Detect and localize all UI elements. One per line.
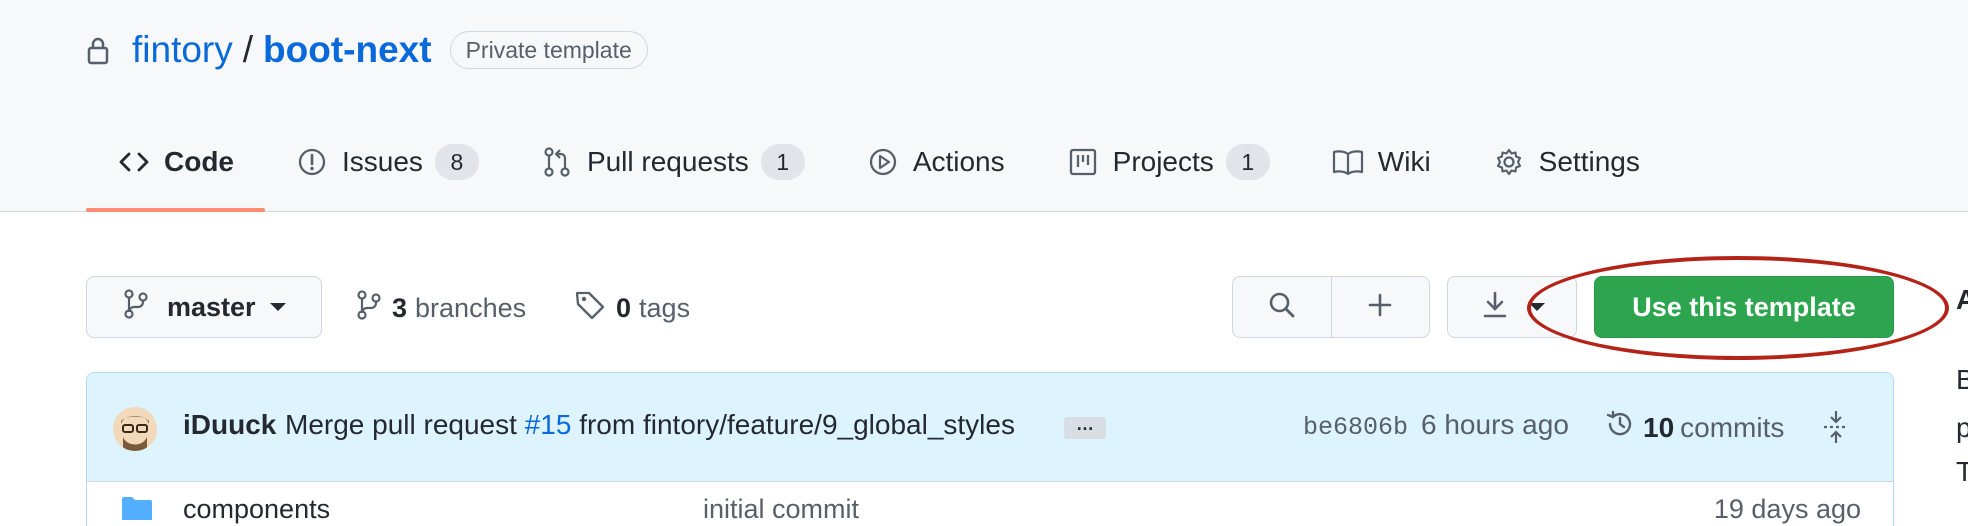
branch-icon [356,289,382,327]
download-code-button[interactable] [1447,276,1577,338]
branches-count: 3 [392,292,408,323]
pr-link[interactable]: #15 [525,409,572,440]
expand-commit-message-button[interactable]: … [1064,415,1106,439]
tab-pull-requests[interactable]: Pull requests 1 [510,140,836,184]
issues-count-badge: 8 [434,144,479,180]
commit-sha-link[interactable]: be6806b [1303,413,1408,442]
tags-count: 0 [616,292,632,323]
code-icon [118,146,150,178]
commit-author-link[interactable]: iDuuck [183,409,276,441]
go-to-file-button[interactable] [1233,277,1332,337]
download-icon [1481,290,1509,325]
tab-issues-label: Issues [342,146,423,177]
use-template-button[interactable]: Use this template [1594,276,1894,338]
about-text-fragment: T [1956,456,1968,487]
branches-label: branches [415,292,527,323]
repo-name-link[interactable]: boot-next [263,29,432,71]
gear-icon [1493,146,1525,178]
play-icon [867,146,899,178]
file-actions-group [1232,276,1430,338]
repo-title: fintory / boot-next Private template [86,26,648,74]
about-heading-fragment: A [1956,284,1968,315]
tab-pull-requests-label: Pull requests [586,146,749,177]
file-commit-message[interactable]: initial commit [703,494,859,525]
lock-icon [86,34,114,66]
commit-message[interactable]: Merge pull request #15 from fintory/feat… [285,409,1015,441]
tab-projects[interactable]: Projects 1 [1036,140,1301,184]
branch-name: master [167,291,256,322]
tab-issues[interactable]: Issues 8 [265,140,510,184]
branches-link[interactable]: 3 branches [356,288,526,328]
issue-icon [296,146,328,178]
collapse-icon[interactable] [1821,409,1851,450]
repo-tabs: Code Issues 8 Pull requests 1 Actions Pr… [86,140,1671,212]
search-icon [1267,290,1297,325]
commit-message-suffix: from fintory/feature/9_global_styles [579,409,1015,440]
tab-wiki[interactable]: Wiki [1301,140,1462,184]
folder-icon [121,496,153,526]
repo-path-separator: / [242,29,254,70]
file-row[interactable]: components initial commit 19 days ago [87,482,1893,526]
tab-projects-label: Projects [1112,146,1214,177]
branch-icon [123,288,149,326]
tags-link[interactable]: 0 tags [574,288,690,328]
plus-icon [1366,291,1394,324]
visibility-badge: Private template [449,31,648,69]
chevron-down-icon [269,303,286,311]
commit-message-prefix: Merge pull request [285,409,517,440]
book-icon [1332,146,1364,178]
file-commit-age: 19 days ago [1713,494,1861,524]
commit-count: 10 [1643,411,1675,443]
tab-code-label: Code [164,146,234,177]
pull-request-icon [541,146,573,178]
add-file-button[interactable] [1332,277,1430,337]
tab-settings[interactable]: Settings [1462,140,1671,184]
commits-history-link[interactable]: 10 commits [1605,409,1784,446]
history-icon [1605,409,1635,446]
about-text-fragment: B [1956,364,1968,395]
about-text-fragment: p [1956,412,1968,443]
repo-header: fintory / boot-next Private template Cod… [0,0,1968,212]
commit-time: 6 hours ago [1421,409,1569,440]
projects-count-badge: 1 [1225,144,1270,180]
tab-wiki-label: Wiki [1377,146,1431,177]
tab-settings-label: Settings [1538,146,1640,177]
tab-actions[interactable]: Actions [836,140,1036,184]
pull-requests-count-badge: 1 [760,144,805,180]
latest-commit-bar: iDuuck Merge pull request #15 from finto… [87,373,1893,482]
tab-actions-label: Actions [912,146,1005,177]
avatar[interactable] [113,407,157,451]
repo-owner-link[interactable]: fintory [132,29,233,71]
file-name-link[interactable]: components [183,494,330,525]
tags-label: tags [639,292,691,323]
tag-icon [574,289,606,328]
tab-code[interactable]: Code [86,140,265,212]
project-icon [1067,146,1099,178]
chevron-down-icon [1529,303,1545,311]
branch-select-button[interactable]: master [86,276,322,338]
file-browser: iDuuck Merge pull request #15 from finto… [86,372,1894,526]
commit-count-label: commits [1680,411,1785,443]
